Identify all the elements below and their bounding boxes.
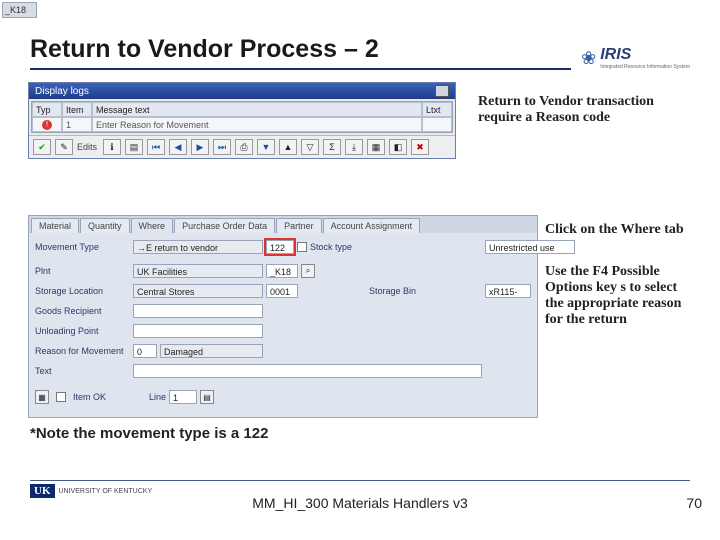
sap-toolbar: ✔ ✎ Edits ℹ ▤ ⏮ ◀ ▶ ⏭ ⎙ ▼ ▲ ▽ Σ ⤓ ▦ ◧ ✖	[29, 135, 455, 158]
movement-type-code: 122	[266, 240, 294, 254]
stock-type-checkbox[interactable]	[297, 242, 307, 252]
label-goods-recipient: Goods Recipient	[35, 306, 130, 316]
down-icon[interactable]: ▼	[257, 139, 275, 155]
window-tag: _K18	[2, 2, 37, 18]
tab-account[interactable]: Account Assignment	[323, 218, 421, 233]
storage-location-text: Central Stores	[133, 284, 263, 298]
label-storage-bin: Storage Bin	[369, 286, 419, 296]
plant-f4-button[interactable]: ⌕	[301, 264, 315, 278]
tab-material[interactable]: Material	[31, 218, 79, 233]
footer-rule	[30, 480, 690, 481]
detail-tabs: Material Quantity Where Purchase Order D…	[29, 216, 537, 233]
tab-quantity[interactable]: Quantity	[80, 218, 130, 233]
label-item-ok: Item OK	[73, 392, 123, 402]
message-row-item: 1	[62, 117, 92, 132]
item-ok-checkbox[interactable]	[56, 392, 66, 402]
reason-code[interactable]: 0	[133, 344, 157, 358]
detail-form-panel: Material Quantity Where Purchase Order D…	[28, 215, 538, 418]
next-icon[interactable]: ▶	[191, 139, 209, 155]
storage-location-code[interactable]: 0001	[266, 284, 298, 298]
sum-icon[interactable]: Σ	[323, 139, 341, 155]
row-unloading-point: Unloading Point	[35, 323, 531, 339]
plant-code[interactable]: _K18	[266, 264, 298, 278]
filter-icon[interactable]: ▤	[125, 139, 143, 155]
unloading-point-input[interactable]	[133, 324, 263, 338]
message-row-text: Enter Reason for Movement	[92, 117, 422, 132]
col-message: Message text	[92, 102, 422, 117]
sap-titlebar: Display logs	[29, 83, 455, 99]
export-icon[interactable]: ⤓	[345, 139, 363, 155]
select-icon[interactable]: ◧	[389, 139, 407, 155]
last-icon[interactable]: ⏭	[213, 139, 231, 155]
note-where-tab: Click on the Where tab	[545, 222, 695, 238]
iris-logo-text: IRIS	[600, 46, 690, 64]
label-reason: Reason for Movement	[35, 346, 130, 356]
note-f4-options: Use the F4 Possible Options key s to sel…	[545, 264, 695, 328]
message-table-header: Typ Item Message text Ltxt	[32, 102, 452, 117]
course-code: MM_HI_300 Materials Handlers v3	[0, 495, 720, 511]
note-reason-code: Return to Vendor transaction require a R…	[478, 94, 658, 126]
sort-asc-icon[interactable]: ▲	[279, 139, 297, 155]
message-row[interactable]: ! 1 Enter Reason for Movement	[32, 117, 452, 132]
row-movement-type: Movement Type →E return to vendor 122 St…	[35, 239, 531, 255]
first-icon[interactable]: ⏮	[147, 139, 165, 155]
iris-logo-subtitle: Integrated Resource Information System	[600, 64, 690, 70]
col-item: Item	[62, 102, 92, 117]
tab-where[interactable]: Where	[131, 218, 174, 233]
row-reason: Reason for Movement 0 Damaged	[35, 343, 531, 359]
form-body: Movement Type →E return to vendor 122 St…	[29, 233, 537, 417]
text-input[interactable]	[133, 364, 482, 378]
label-movement-type: Movement Type	[35, 242, 130, 252]
label-plant: Plnt	[35, 266, 130, 276]
reason-text: Damaged	[160, 344, 263, 358]
line-help-button[interactable]: ▤	[200, 390, 214, 404]
close-icon[interactable]	[435, 85, 449, 97]
message-table: Typ Item Message text Ltxt ! 1 Enter Rea…	[31, 101, 453, 133]
expand-button[interactable]: ▦	[35, 390, 49, 404]
movement-type-text: →E return to vendor	[133, 240, 263, 254]
row-plant: Plnt UK Facilities _K18 ⌕	[35, 263, 531, 279]
label-text: Text	[35, 366, 130, 376]
uk-text: UNIVERSITY OF KENTUCKY	[59, 488, 153, 495]
label-stock-type: Stock type	[310, 242, 352, 252]
tab-po-data[interactable]: Purchase Order Data	[174, 218, 275, 233]
row-storage-location: Storage Location Central Stores 0001 Sto…	[35, 283, 531, 299]
goods-recipient-input[interactable]	[133, 304, 263, 318]
plant-text: UK Facilities	[133, 264, 263, 278]
iris-logo: ❀ IRIS Integrated Resource Information S…	[581, 46, 690, 70]
label-line: Line	[126, 392, 166, 402]
footnote-movement-122: *Note the movement type is a 122	[30, 425, 268, 442]
storage-bin-value[interactable]: xR115-103	[485, 284, 531, 298]
sap-window-title: Display logs	[35, 86, 89, 97]
message-row-ltxt	[422, 117, 452, 132]
tab-partner[interactable]: Partner	[276, 218, 322, 233]
line-value[interactable]: 1	[169, 390, 197, 404]
stock-type-value[interactable]: Unrestricted use	[485, 240, 575, 254]
check-icon[interactable]: ✔	[33, 139, 51, 155]
iris-flower-icon: ❀	[581, 48, 596, 69]
row-goods-recipient: Goods Recipient	[35, 303, 531, 319]
label-unloading-point: Unloading Point	[35, 326, 130, 336]
page-number: 70	[686, 495, 702, 511]
edits-button[interactable]: ✎	[55, 139, 73, 155]
sap-display-logs-window: Display logs Typ Item Message text Ltxt …	[28, 82, 456, 159]
print-icon[interactable]: ⎙	[235, 139, 253, 155]
col-ltxt: Ltxt	[422, 102, 452, 117]
error-icon: !	[32, 117, 62, 132]
sort-desc-icon[interactable]: ▽	[301, 139, 319, 155]
title-row: Return to Vendor Process – 2 ❀ IRIS Inte…	[30, 35, 690, 70]
cancel-icon[interactable]: ✖	[411, 139, 429, 155]
row-footer: ▦ Item OK Line 1 ▤	[35, 389, 531, 405]
slide-title: Return to Vendor Process – 2	[30, 35, 571, 70]
info-icon[interactable]: ℹ	[103, 139, 121, 155]
col-type: Typ	[32, 102, 62, 117]
layout-icon[interactable]: ▦	[367, 139, 385, 155]
prev-icon[interactable]: ◀	[169, 139, 187, 155]
label-storage-location: Storage Location	[35, 286, 130, 296]
edits-label: Edits	[77, 142, 97, 152]
row-text: Text	[35, 363, 531, 379]
